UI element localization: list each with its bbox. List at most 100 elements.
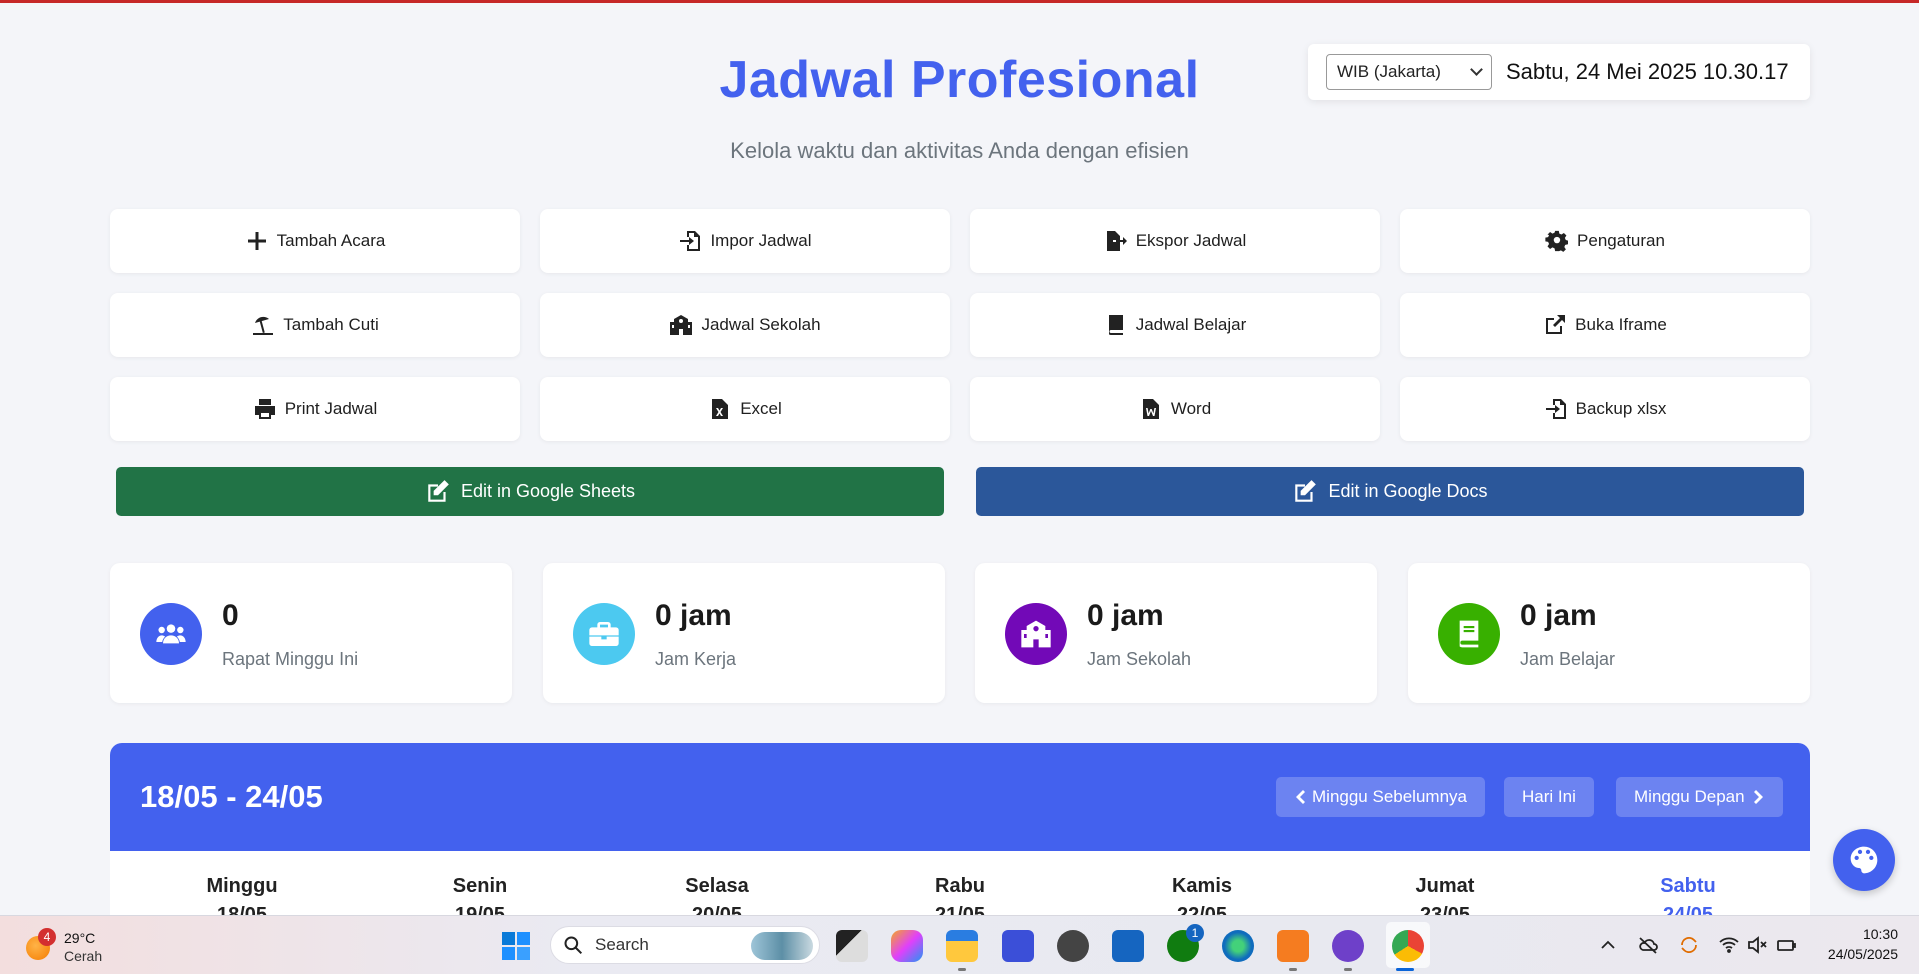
file-explorer-icon[interactable]	[946, 930, 978, 962]
study-schedule-button[interactable]: Jadwal Belajar	[970, 293, 1380, 357]
search-icon	[564, 936, 583, 955]
battery-icon[interactable]	[1775, 934, 1797, 956]
add-leave-button[interactable]: Tambah Cuti	[110, 293, 520, 357]
export-schedule-button[interactable]: Ekspor Jadwal	[970, 209, 1380, 273]
windows-taskbar: 4 29°C Cerah Search 1 10:30 24/05/2025	[0, 915, 1919, 974]
word-button[interactable]: Word	[970, 377, 1380, 441]
school-schedule-button[interactable]: Jadwal Sekolah	[540, 293, 950, 357]
plus-icon	[247, 232, 266, 250]
windows-start-icon[interactable]	[500, 930, 532, 962]
users-icon	[140, 603, 202, 665]
today-label: Hari Ini	[1522, 787, 1576, 806]
export-schedule-label: Ekspor Jadwal	[1135, 231, 1247, 250]
import-schedule-button[interactable]: Impor Jadwal	[540, 209, 950, 273]
stat-card-meetings: 0 Rapat Minggu Ini	[110, 563, 512, 703]
stat-card-work: 0 jam Jam Kerja	[543, 563, 945, 703]
stat-card-study: 0 jam Jam Belajar	[1408, 563, 1810, 703]
sync-icon[interactable]	[1678, 934, 1700, 956]
day-name: Kamis	[1171, 875, 1233, 897]
stat-value: 0 jam	[655, 599, 732, 632]
edit-icon	[1295, 479, 1317, 502]
school-icon	[1005, 603, 1067, 665]
backup-xlsx-button[interactable]: Backup xlsx	[1400, 377, 1810, 441]
day-column-sunday[interactable]: Minggu 18/05	[142, 875, 342, 915]
study-schedule-label: Jadwal Belajar	[1135, 315, 1247, 334]
day-date: 22/05	[1176, 904, 1228, 915]
file-import-icon	[680, 231, 701, 251]
chevron-right-icon	[1753, 790, 1763, 804]
unity-icon[interactable]	[1057, 930, 1089, 962]
week-range: 18/05 - 24/05	[140, 779, 323, 814]
edit-google-docs-button[interactable]: Edit in Google Docs	[976, 467, 1804, 516]
github-desktop-icon[interactable]	[1332, 930, 1364, 962]
day-date: 18/05	[216, 904, 268, 915]
dev-app-icon[interactable]	[1002, 930, 1034, 962]
xampp-icon[interactable]	[1277, 930, 1309, 962]
previous-week-label: Minggu Sebelumnya	[1312, 787, 1467, 806]
add-event-label: Tambah Acara	[276, 231, 386, 250]
chevron-up-icon[interactable]	[1597, 934, 1619, 956]
volume-muted-icon[interactable]	[1746, 934, 1768, 956]
next-week-button[interactable]: Minggu Depan	[1616, 777, 1783, 817]
edit-google-sheets-label: Edit in Google Sheets	[460, 481, 636, 501]
edge-icon[interactable]	[1222, 930, 1254, 962]
search-highlight-image	[751, 932, 813, 960]
stat-label: Rapat Minggu Ini	[222, 649, 359, 669]
day-column-saturday[interactable]: Sabtu 24/05	[1588, 875, 1788, 915]
day-column-wednesday[interactable]: Rabu 21/05	[860, 875, 1060, 915]
edit-google-docs-label: Edit in Google Docs	[1328, 481, 1488, 501]
add-event-button[interactable]: Tambah Acara	[110, 209, 520, 273]
day-column-tuesday[interactable]: Selasa 20/05	[617, 875, 817, 915]
taskbar-search[interactable]: Search	[550, 926, 820, 964]
print-schedule-label: Print Jadwal	[284, 399, 378, 418]
stat-value: 0 jam	[1520, 599, 1597, 632]
day-name: Sabtu	[1660, 875, 1716, 897]
backup-xlsx-label: Backup xlsx	[1575, 399, 1667, 418]
browser-top-border	[0, 0, 1919, 3]
school-schedule-label: Jadwal Sekolah	[701, 315, 821, 334]
book-icon	[1438, 603, 1500, 665]
file-excel-icon	[712, 399, 729, 419]
calendar-header: 18/05 - 24/05 Minggu Sebelumnya Hari Ini…	[110, 743, 1810, 851]
wifi-icon[interactable]	[1718, 934, 1740, 956]
copilot-icon[interactable]	[891, 930, 923, 962]
edit-google-sheets-button[interactable]: Edit in Google Sheets	[116, 467, 944, 516]
calendar-week-grid: Minggu 18/05 Senin 19/05 Selasa 20/05 Ra…	[110, 851, 1810, 915]
day-date: 21/05	[934, 904, 986, 915]
day-name: Selasa	[685, 875, 749, 897]
task-view-icon[interactable]	[836, 930, 868, 962]
stat-label: Jam Kerja	[655, 649, 737, 669]
file-export-icon	[1106, 231, 1127, 251]
timezone-value: WIB (Jakarta)	[1337, 62, 1441, 81]
taskbar-time[interactable]: 10:30	[1858, 926, 1898, 942]
print-schedule-button[interactable]: Print Jadwal	[110, 377, 520, 441]
timezone-select[interactable]: WIB (Jakarta)	[1326, 54, 1492, 90]
stat-label: Jam Belajar	[1520, 649, 1616, 669]
microsoft-store-icon[interactable]	[1112, 930, 1144, 962]
running-indicator	[958, 968, 966, 971]
open-iframe-button[interactable]: Buka Iframe	[1400, 293, 1810, 357]
day-name: Rabu	[935, 875, 985, 897]
chrome-icon[interactable]	[1392, 930, 1424, 962]
theme-palette-button[interactable]	[1833, 829, 1895, 891]
umbrella-beach-icon	[253, 316, 274, 335]
active-indicator	[1396, 968, 1414, 971]
weather-widget[interactable]: 4 29°C Cerah	[24, 926, 144, 966]
onedrive-offline-icon[interactable]	[1637, 934, 1659, 956]
previous-week-button[interactable]: Minggu Sebelumnya	[1276, 777, 1485, 817]
stat-value: 0 jam	[1087, 599, 1164, 632]
day-column-thursday[interactable]: Kamis 22/05	[1102, 875, 1302, 915]
xbox-badge: 1	[1186, 924, 1204, 942]
book-icon	[1108, 315, 1123, 336]
gear-icon	[1545, 230, 1569, 252]
excel-button[interactable]: Excel	[540, 377, 950, 441]
taskbar-date[interactable]: 24/05/2025	[1816, 946, 1898, 962]
settings-button[interactable]: Pengaturan	[1400, 209, 1810, 273]
today-button[interactable]: Hari Ini	[1504, 777, 1594, 817]
weather-temperature: 29°C	[64, 930, 96, 946]
day-column-monday[interactable]: Senin 19/05	[380, 875, 580, 915]
printer-icon	[254, 399, 275, 419]
day-column-friday[interactable]: Jumat 23/05	[1345, 875, 1545, 915]
current-datetime: Sabtu, 24 Mei 2025 10.30.17	[1506, 59, 1789, 84]
external-link-icon	[1546, 315, 1566, 334]
